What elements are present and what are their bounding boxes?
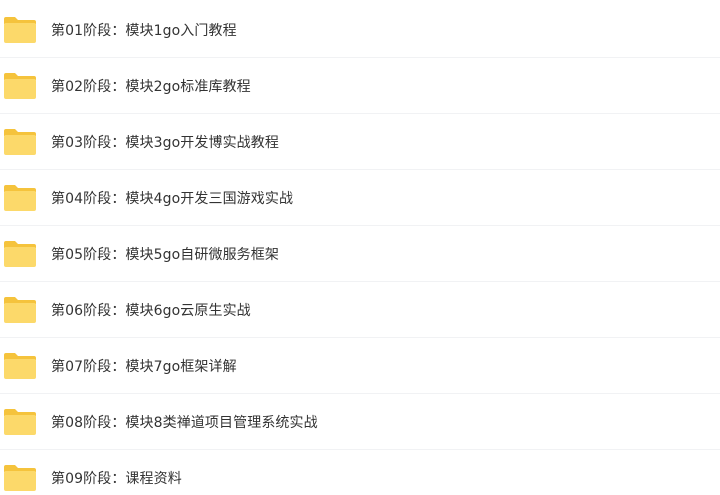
list-item-folder[interactable]: 第04阶段：模块4go开发三国游戏实战 xyxy=(0,170,720,226)
list-item-folder[interactable]: 第02阶段：模块2go标准库教程 xyxy=(0,58,720,114)
folder-name: 第06阶段：模块6go云原生实战 xyxy=(51,302,251,319)
list-item-folder[interactable]: 第09阶段：课程资料 xyxy=(0,450,720,495)
folder-name: 第01阶段：模块1go入门教程 xyxy=(51,22,237,39)
folder-name: 第09阶段：课程资料 xyxy=(51,471,182,487)
folder-name: 第02阶段：模块2go标准库教程 xyxy=(51,78,251,95)
list-item-folder[interactable]: 第06阶段：模块6go云原生实战 xyxy=(0,282,720,338)
list-item-folder[interactable]: 第05阶段：模块5go自研微服务框架 xyxy=(0,226,720,282)
folder-icon xyxy=(3,128,37,156)
folder-icon xyxy=(3,240,37,268)
folder-name: 第08阶段：模块8类禅道项目管理系统实战 xyxy=(51,414,318,431)
list-item-folder[interactable]: 第03阶段：模块3go开发博实战教程 xyxy=(0,114,720,170)
folder-icon xyxy=(3,16,37,44)
folder-icon xyxy=(3,184,37,212)
folder-name: 第03阶段：模块3go开发博实战教程 xyxy=(51,134,279,151)
folder-icon xyxy=(3,352,37,380)
folder-icon xyxy=(3,408,37,436)
folder-name: 第04阶段：模块4go开发三国游戏实战 xyxy=(51,190,294,207)
folder-icon xyxy=(3,296,37,324)
folder-name: 第05阶段：模块5go自研微服务框架 xyxy=(51,246,279,263)
list-item-folder[interactable]: 第07阶段：模块7go框架详解 xyxy=(0,338,720,394)
folder-icon xyxy=(3,72,37,100)
folder-icon xyxy=(3,464,37,492)
list-item-folder[interactable]: 第08阶段：模块8类禅道项目管理系统实战 xyxy=(0,394,720,450)
folder-name: 第07阶段：模块7go框架详解 xyxy=(51,358,237,375)
list-item-folder[interactable]: 第01阶段：模块1go入门教程 xyxy=(0,2,720,58)
file-list: 第01阶段：模块1go入门教程 第02阶段：模块2go标准库教程 第03阶段：模… xyxy=(0,0,720,495)
